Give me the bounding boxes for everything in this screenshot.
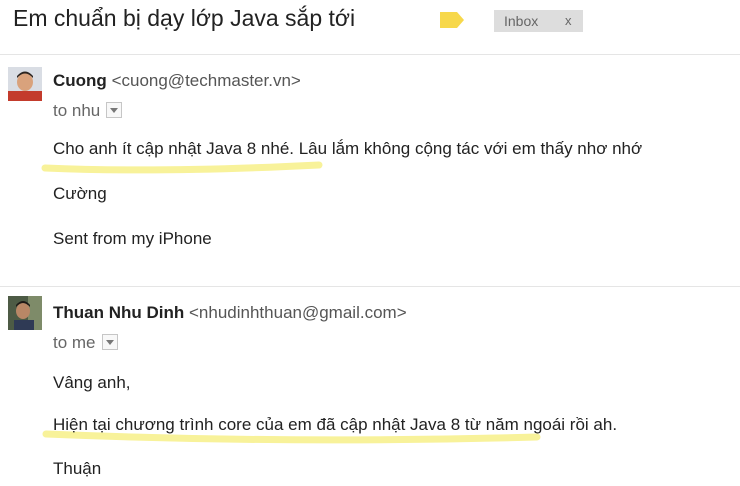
sender-name[interactable]: Thuan Nhu Dinh: [53, 303, 184, 322]
recipient-text: to nhu: [53, 101, 101, 120]
email-subject: Em chuẩn bị dạy lớp Java sắp tới: [13, 5, 356, 31]
body-line: Vâng anh,: [53, 373, 131, 392]
message-1[interactable]: Cuong <cuong@techmaster.vn> to nhu Cho a…: [0, 55, 740, 285]
recipient-line: to nhu: [53, 101, 123, 121]
body-line: Thuận: [53, 459, 102, 478]
show-details-dropdown[interactable]: [106, 101, 123, 118]
remove-label-button[interactable]: x: [565, 10, 572, 32]
body-line: Hiện tại chương trình core của em đã cập…: [53, 415, 618, 434]
avatar: [8, 67, 42, 101]
body-line: Cho anh ít cập nhật Java 8 nhé. Lâu lắm …: [53, 139, 643, 158]
inbox-label-text: Inbox: [504, 13, 539, 29]
subject-bar: Em chuẩn bị dạy lớp Java sắp tới Inbox x: [0, 0, 740, 40]
sender-line: Cuong <cuong@techmaster.vn>: [53, 71, 301, 91]
body-line: Cường: [53, 184, 107, 203]
sender-name[interactable]: Cuong: [53, 71, 107, 90]
message-2[interactable]: Thuan Nhu Dinh <nhudinhthuan@gmail.com> …: [0, 287, 740, 486]
label-tag-icon[interactable]: [440, 12, 464, 28]
body-line: Sent from my iPhone: [53, 229, 212, 248]
recipient-line: to me: [53, 333, 118, 353]
sender-email: <cuong@techmaster.vn>: [111, 71, 301, 90]
sender-email: <nhudinhthuan@gmail.com>: [189, 303, 407, 322]
avatar: [8, 296, 42, 330]
show-details-dropdown[interactable]: [101, 333, 118, 350]
inbox-label-chip: Inbox x: [494, 10, 583, 32]
sender-line: Thuan Nhu Dinh <nhudinhthuan@gmail.com>: [53, 303, 407, 323]
recipient-text: to me: [53, 333, 96, 352]
